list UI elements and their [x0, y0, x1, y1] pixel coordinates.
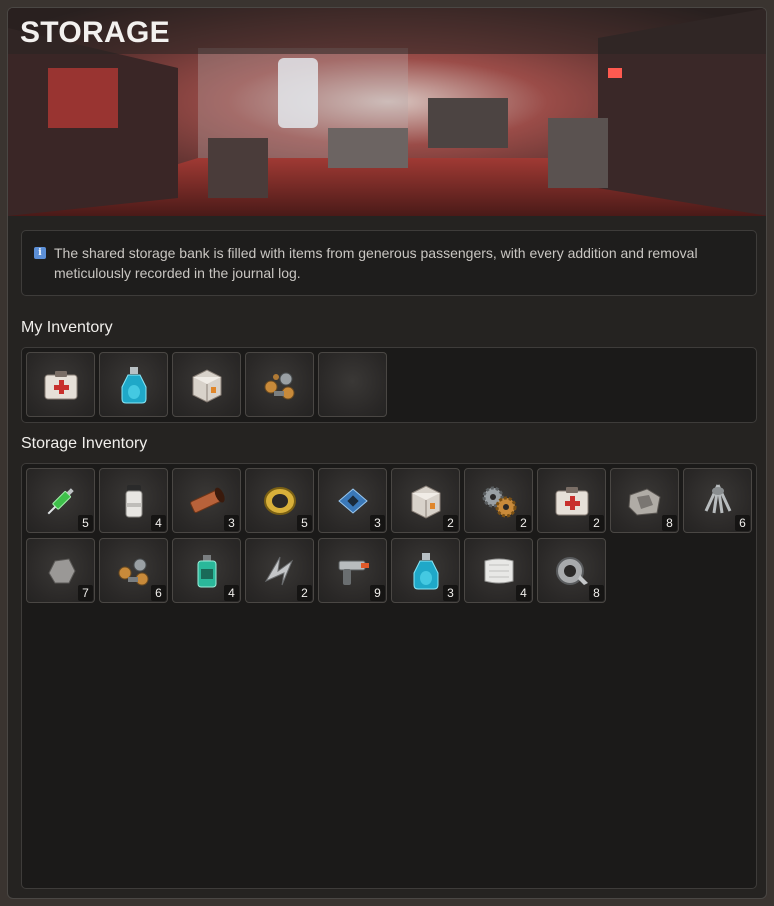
canister-icon: [125, 485, 143, 518]
item-quantity: 4: [516, 585, 531, 601]
storage-slot-canister[interactable]: 4: [99, 468, 168, 533]
storage-banner-image: STORAGE: [8, 8, 766, 216]
storage-slot-scrap-metal[interactable]: 8: [610, 468, 679, 533]
item-quantity: 2: [297, 585, 312, 601]
notice-text: The shared storage bank is filled with i…: [54, 245, 698, 281]
storage-slot-claw-frame[interactable]: 6: [683, 468, 752, 533]
item-quantity: 7: [78, 585, 93, 601]
supply-crate-icon: [192, 369, 222, 403]
storage-window: STORAGE i The shared storage bank is fil…: [7, 7, 767, 899]
item-quantity: 9: [370, 585, 385, 601]
metal-ring-icon: [264, 487, 296, 515]
inventory-slot-scrap-parts[interactable]: [245, 352, 314, 417]
scrap-parts-icon: [264, 372, 295, 400]
item-quantity: 5: [297, 515, 312, 531]
potion-bottle-icon: [413, 553, 439, 590]
item-quantity: 3: [224, 515, 239, 531]
supply-crate-icon: [411, 485, 441, 519]
item-quantity: 4: [151, 515, 166, 531]
medkit-icon: [44, 371, 78, 400]
item-quantity: 8: [662, 515, 677, 531]
cloth-icon: [484, 558, 514, 584]
inventory-slot-supply-crate[interactable]: [172, 352, 241, 417]
page-title: STORAGE: [20, 16, 170, 49]
rock-icon: [48, 558, 76, 584]
storage-slot-potion[interactable]: 3: [391, 538, 460, 603]
medkit-icon: [555, 487, 589, 516]
storage-slot-cloth[interactable]: 4: [464, 538, 533, 603]
storage-slot-metal-ring[interactable]: 5: [245, 468, 314, 533]
item-quantity: 6: [735, 515, 750, 531]
storage-slot-battery[interactable]: 4: [172, 538, 241, 603]
storage-slot-circuit-board[interactable]: 3: [318, 468, 387, 533]
storage-slot-supply-crate[interactable]: 2: [391, 468, 460, 533]
scrap-metal-icon: [628, 488, 661, 516]
claw-frame-icon: [704, 484, 732, 514]
copper-pipe-icon: [190, 487, 225, 514]
potion-bottle-icon: [121, 367, 147, 404]
item-quantity: 5: [78, 515, 93, 531]
tool-gun-icon: [338, 560, 369, 585]
item-quantity: 2: [516, 515, 531, 531]
item-quantity: 3: [443, 585, 458, 601]
inventory-slot-medkit[interactable]: [26, 352, 95, 417]
battery-icon: [197, 555, 217, 588]
item-quantity: 6: [151, 585, 166, 601]
storage-slot-metal-shards[interactable]: 2: [245, 538, 314, 603]
item-quantity: 8: [589, 585, 604, 601]
storage-slot-gears[interactable]: 2: [464, 468, 533, 533]
inventory-slot-potion[interactable]: [99, 352, 168, 417]
circuit-board-icon: [338, 488, 368, 514]
my-inventory-panel: [21, 347, 757, 423]
item-quantity: 3: [370, 515, 385, 531]
storage-slot-tape-roll[interactable]: 8: [537, 538, 606, 603]
storage-slot-copper-pipe[interactable]: 3: [172, 468, 241, 533]
scrap-parts-icon: [118, 558, 149, 586]
storage-inventory-label: Storage Inventory: [21, 435, 148, 452]
storage-slot-medkit[interactable]: 2: [537, 468, 606, 533]
syringe-icon: [47, 488, 74, 515]
item-quantity: 2: [589, 515, 604, 531]
inventory-slot-empty[interactable]: [318, 352, 387, 417]
gears-icon: [482, 486, 517, 518]
tape-roll-icon: [556, 557, 588, 585]
item-quantity: 4: [224, 585, 239, 601]
my-inventory-label: My Inventory: [21, 319, 113, 336]
storage-inventory-panel: 5 4 3 5 3 2 2 2 8 6 7 6 4 2 9 3 4 8: [21, 463, 757, 889]
storage-slot-syringe[interactable]: 5: [26, 468, 95, 533]
info-icon: i: [34, 247, 46, 259]
storage-notice: i The shared storage bank is filled with…: [21, 230, 757, 296]
item-quantity: 2: [443, 515, 458, 531]
storage-slot-tool-gun[interactable]: 9: [318, 538, 387, 603]
storage-slot-scrap-parts[interactable]: 6: [99, 538, 168, 603]
metal-shards-icon: [264, 556, 294, 586]
storage-slot-rock[interactable]: 7: [26, 538, 95, 603]
